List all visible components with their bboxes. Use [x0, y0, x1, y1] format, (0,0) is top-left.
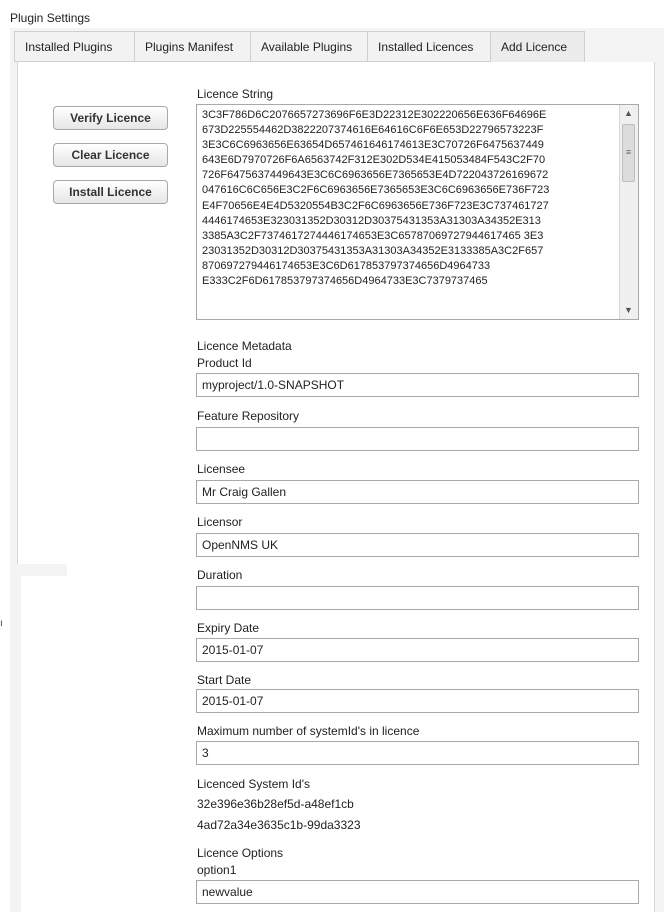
- licence-line: 4446174653E323031352D30312D30375431353A3…: [202, 214, 541, 227]
- max-system-ids-field[interactable]: 3: [196, 741, 639, 765]
- window-title: Plugin Settings: [10, 11, 91, 25]
- product-id-field[interactable]: myproject/1.0-SNAPSHOT: [196, 373, 639, 397]
- edge-mark: ı: [0, 618, 3, 629]
- duration-field[interactable]: [196, 586, 639, 610]
- panel-background-strip: [10, 576, 21, 912]
- licence-line: 870697279446174653E3C6D617853797374656D4…: [202, 259, 491, 272]
- expiry-date-label: Expiry Date: [197, 621, 260, 635]
- triangle-down-icon[interactable]: ▼: [620, 302, 637, 319]
- licence-line: 047616C6C656E3C2F6C6963656E7365653E3C6C6…: [202, 184, 550, 197]
- licensor-field[interactable]: OpenNMS UK: [196, 533, 639, 557]
- max-system-ids-label: Maximum number of systemId's in licence: [197, 724, 420, 738]
- scroll-thumb[interactable]: ≡: [622, 124, 635, 182]
- licensee-label: Licensee: [197, 462, 246, 476]
- licensor-label: Licensor: [197, 515, 243, 529]
- tab-bar: Installed Plugins Plugins Manifest Avail…: [14, 31, 585, 63]
- licence-line: E4F70656E4E4D5320554B3C2F6C6963656E736F7…: [202, 199, 549, 212]
- licence-line: 643E6D7970726F6A6563742F312E302D534E4150…: [202, 154, 546, 167]
- system-id-value: 32e396e36b28ef5d-a48ef1cb: [197, 797, 354, 811]
- panel-background-patch: [10, 564, 67, 576]
- start-date-field[interactable]: 2015-01-07: [196, 689, 639, 713]
- licence-vertical-scrollbar[interactable]: ▲ ≡ ▼: [619, 105, 638, 319]
- install-licence-button[interactable]: Install Licence: [53, 180, 168, 204]
- licence-line: E333C2F6D617853797374656D4964733E3C73797…: [202, 275, 488, 288]
- licenced-system-ids-label: Licenced System Id's: [197, 777, 311, 791]
- licence-line: 726F6475637449643E3C6C6963656E7365653E4D…: [202, 169, 549, 182]
- licence-line: 23031352D30312D30375431353A31303A34352E3…: [202, 244, 544, 257]
- licensee-field[interactable]: Mr Craig Gallen: [196, 480, 639, 504]
- tab-installed-licences[interactable]: Installed Licences: [367, 31, 491, 62]
- verify-licence-button[interactable]: Verify Licence: [53, 106, 168, 130]
- licence-string-text: 3C3F786D6C2076657273696F6E3D22312E302220…: [202, 108, 616, 289]
- tab-available-plugins[interactable]: Available Plugins: [250, 31, 368, 62]
- licence-line: 673D225554462D3822207374616E64616C6F6E65…: [202, 124, 544, 137]
- option-name-label: option1: [197, 863, 237, 877]
- feature-repository-field[interactable]: [196, 427, 639, 451]
- triangle-up-icon[interactable]: ▲: [620, 105, 637, 122]
- licence-line: 3E3C6C6963656E63654D657461646174613E3C70…: [202, 139, 544, 152]
- licence-string-textarea[interactable]: 3C3F786D6C2076657273696F6E3D22312E302220…: [196, 104, 639, 320]
- licence-options-label: Licence Options: [197, 846, 284, 860]
- duration-label: Duration: [197, 568, 243, 582]
- tab-plugins-manifest[interactable]: Plugins Manifest: [134, 31, 251, 62]
- expiry-date-field[interactable]: 2015-01-07: [196, 638, 639, 662]
- licence-line: 3C3F786D6C2076657273696F6E3D22312E302220…: [202, 109, 547, 121]
- tab-installed-plugins[interactable]: Installed Plugins: [14, 31, 135, 62]
- licence-line: 3385A3C2F7374617274446174653E3C657870697…: [202, 229, 544, 242]
- clear-licence-button[interactable]: Clear Licence: [53, 143, 168, 167]
- licence-string-label: Licence String: [197, 87, 274, 101]
- tab-add-licence[interactable]: Add Licence: [490, 31, 585, 62]
- system-id-value: 4ad72a34e3635c1b-99da3323: [197, 818, 361, 832]
- feature-repository-label: Feature Repository: [197, 409, 300, 423]
- product-id-label: Product Id: [197, 356, 252, 370]
- option-value-field[interactable]: newvalue: [196, 880, 639, 904]
- start-date-label: Start Date: [197, 673, 252, 687]
- licence-metadata-heading: Licence Metadata: [197, 339, 292, 353]
